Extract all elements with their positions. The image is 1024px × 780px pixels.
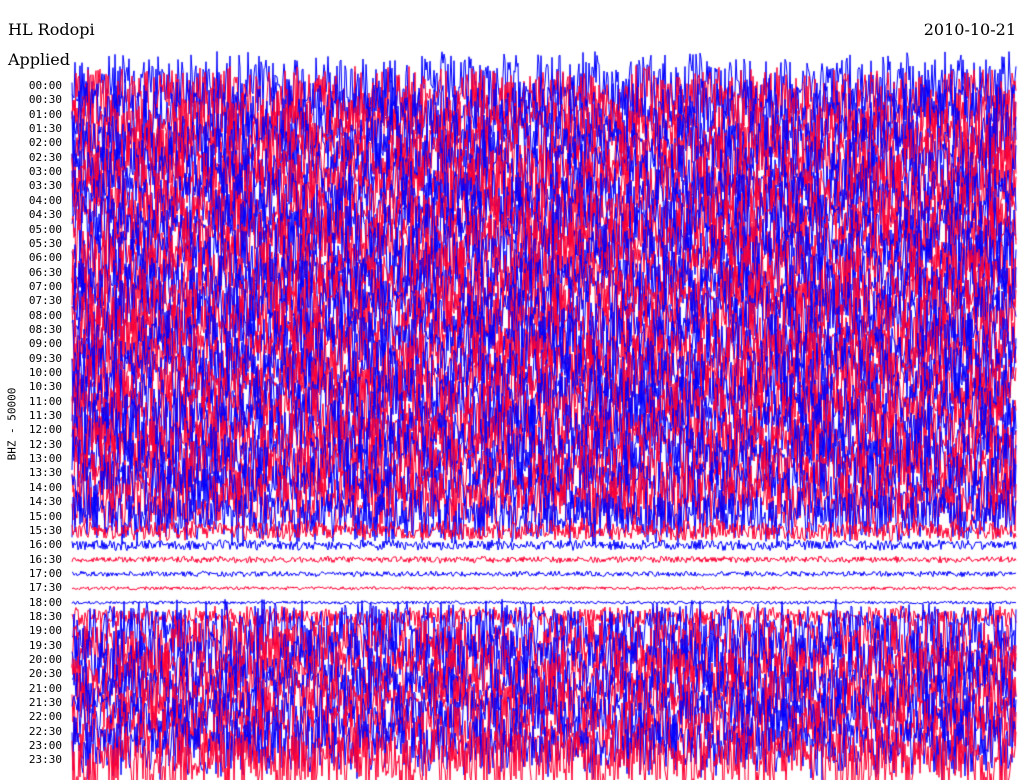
y-tick-label: 19:00: [28, 624, 62, 638]
y-tick-label: 12:30: [28, 437, 62, 451]
y-tick-label: 00:30: [28, 93, 62, 107]
y-tick-label: 13:00: [28, 452, 62, 466]
y-tick-label: 03:30: [28, 179, 62, 193]
y-tick-label: 13:30: [28, 466, 62, 480]
helicorder-plot: [0, 0, 1024, 780]
y-axis-ticks: 00:00 00:30 01:00 01:30 02:00 02:30 03:00 03:30…: [0, 0, 70, 780]
y-tick-label: 12:00: [28, 423, 62, 437]
y-tick-label: 16:30: [28, 552, 62, 566]
y-tick-label: 09:30: [28, 351, 62, 365]
y-tick-label: 00:00: [28, 79, 62, 92]
y-tick-label: 05:30: [28, 236, 62, 250]
y-tick-label: 16:00: [28, 538, 62, 552]
y-tick-label: 08:30: [28, 322, 62, 336]
y-tick-label: 14:00: [28, 480, 62, 494]
y-tick-label: 02:30: [28, 150, 62, 164]
y-tick-label: 03:00: [28, 165, 62, 179]
y-tick-label: 08:00: [28, 308, 62, 322]
y-tick-label: 18:00: [28, 595, 62, 609]
y-tick-label: 04:00: [28, 193, 62, 207]
y-tick-label: 04:30: [28, 208, 62, 222]
y-tick-label: 10:30: [28, 380, 62, 394]
y-tick-label: 10:00: [28, 366, 62, 379]
y-tick-label: 22:00: [28, 710, 62, 724]
y-tick-label: 09:00: [28, 337, 62, 351]
y-tick-label: 23:30: [28, 753, 62, 767]
y-tick-label: 17:30: [28, 581, 62, 595]
y-tick-label: 19:30: [28, 638, 62, 652]
y-tick-label: 20:00: [28, 653, 62, 666]
y-tick-label: 15:30: [28, 523, 62, 537]
y-tick-label: 11:30: [28, 409, 62, 423]
y-tick-label: 21:00: [28, 681, 62, 695]
y-tick-label: 06:30: [28, 265, 62, 279]
y-tick-label: 02:00: [28, 136, 62, 150]
y-tick-label: 07:00: [28, 279, 62, 293]
y-tick-label: 18:30: [28, 609, 62, 623]
y-tick-label: 21:30: [28, 696, 62, 710]
y-tick-label: 14:30: [28, 495, 62, 509]
y-tick-label: 17:00: [28, 566, 62, 580]
y-tick-label: 22:30: [28, 724, 62, 738]
y-tick-label: 11:00: [28, 394, 62, 408]
y-tick-label: 01:30: [28, 122, 62, 136]
y-tick-label: 07:30: [28, 294, 62, 308]
y-tick-label: 01:00: [28, 107, 62, 121]
y-tick-label: 15:00: [28, 509, 62, 523]
y-tick-label: 06:00: [28, 251, 62, 265]
y-tick-label: 23:00: [28, 739, 62, 753]
y-tick-label: 20:30: [28, 667, 62, 681]
date-label: 2010-10-21: [923, 20, 1016, 39]
y-tick-label: 05:00: [28, 222, 62, 236]
